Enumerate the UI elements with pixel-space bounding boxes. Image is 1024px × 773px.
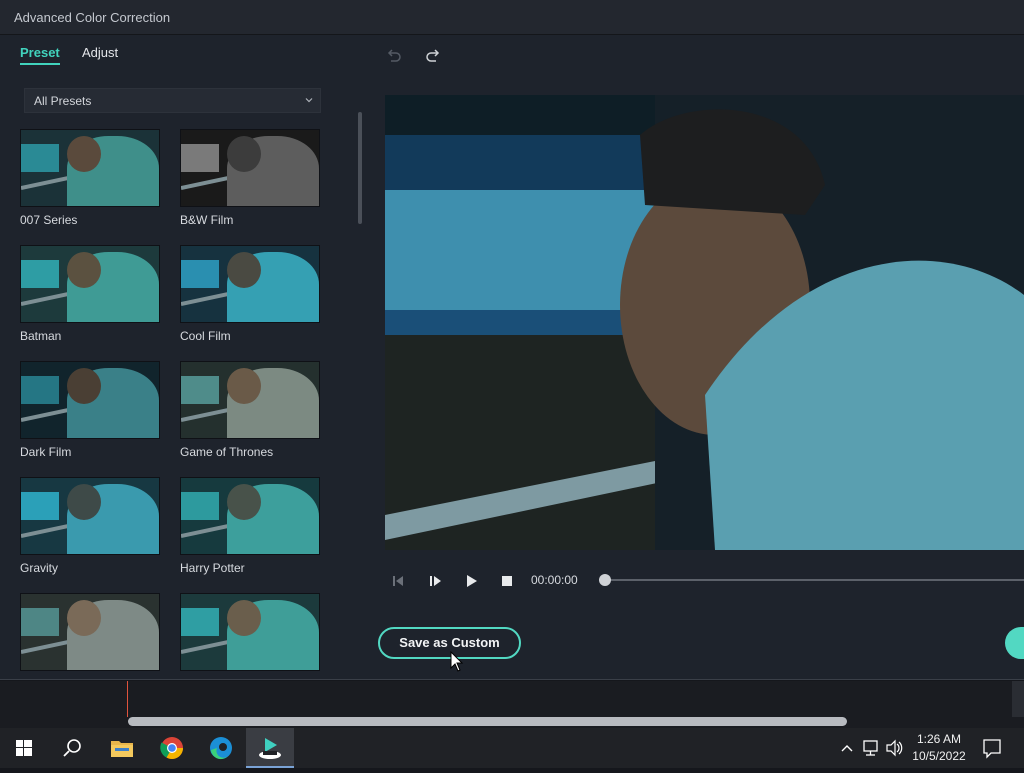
preset-filter-dropdown[interactable]: All Presets	[24, 88, 321, 113]
previous-frame-icon[interactable]	[391, 574, 405, 588]
next-frame-icon[interactable]	[428, 574, 442, 588]
search-button[interactable]	[48, 728, 96, 768]
chrome-icon	[160, 737, 183, 759]
preset-thumbnail	[20, 129, 160, 207]
preset-scrollbar[interactable]	[358, 112, 362, 224]
play-icon[interactable]	[464, 574, 478, 588]
preset-name: Batman	[20, 329, 62, 343]
preset-name: Harry Potter	[180, 561, 245, 575]
taskbar-filmora[interactable]	[246, 728, 294, 768]
title-bar[interactable]: Advanced Color Correction	[0, 0, 1024, 35]
preset-name: Game of Thrones	[180, 445, 274, 459]
preset-item[interactable]: Harry Potter	[180, 477, 322, 575]
window-title: Advanced Color Correction	[14, 10, 171, 25]
preset-name: 007 Series	[20, 213, 78, 227]
preset-item[interactable]: Cool Film	[180, 245, 322, 343]
folder-icon	[111, 741, 133, 757]
speaker-icon	[886, 739, 903, 757]
timeline-scrollbar[interactable]	[128, 717, 847, 726]
video-preview	[385, 95, 1024, 550]
filmora-icon	[259, 738, 281, 759]
preset-thumbnail	[20, 245, 160, 323]
clock-time: 1:26 AM	[916, 732, 962, 746]
taskbar-edge[interactable]	[197, 728, 245, 768]
ok-button[interactable]	[1005, 627, 1024, 659]
edge-icon	[210, 737, 232, 760]
preset-grid: 007 Series B&W Film Batman Cool Film Dar…	[18, 129, 328, 672]
tab-adjust[interactable]: Adjust	[82, 45, 118, 60]
notification-icon	[983, 739, 1001, 759]
preset-thumbnail	[180, 593, 320, 671]
network-button[interactable]	[861, 728, 881, 768]
timeline-playhead[interactable]	[127, 681, 128, 717]
preset-thumbnail	[20, 593, 160, 671]
preview-frame	[385, 95, 1024, 550]
action-center-button[interactable]	[977, 728, 1007, 768]
preset-name: Dark Film	[20, 445, 72, 459]
preset-name: B&W Film	[180, 213, 234, 227]
start-button[interactable]	[0, 728, 48, 768]
preset-name: Cool Film	[180, 329, 231, 343]
preset-thumbnail	[20, 361, 160, 439]
playback-progress-handle[interactable]	[599, 574, 611, 586]
playback-progress-track[interactable]	[605, 579, 1024, 581]
windows-logo-icon	[16, 740, 32, 756]
taskbar-clock[interactable]: 1:26 AM 10/5/2022	[909, 731, 969, 765]
taskbar-chrome[interactable]	[148, 728, 196, 768]
taskbar	[0, 728, 1024, 768]
preset-thumbnail	[180, 129, 320, 207]
preset-item[interactable]: Batman	[20, 245, 162, 343]
redo-icon[interactable]	[425, 47, 441, 63]
tab-preset[interactable]: Preset	[20, 45, 60, 65]
preset-item[interactable]: Dark Film	[20, 361, 162, 459]
mouse-cursor-icon	[450, 651, 464, 672]
search-icon	[63, 739, 81, 757]
preset-filter-value: All Presets	[34, 94, 92, 108]
chevron-down-icon	[305, 98, 313, 103]
show-hidden-icons[interactable]	[838, 728, 856, 768]
timeline-edge	[1012, 681, 1024, 717]
preset-thumbnail	[180, 245, 320, 323]
preset-thumbnail	[180, 477, 320, 555]
preset-item[interactable]: B&W Film	[180, 129, 322, 227]
preset-item[interactable]: Game of Thrones	[180, 361, 322, 459]
playback-timecode: 00:00:00	[531, 573, 578, 587]
taskbar-file-explorer[interactable]	[98, 728, 146, 768]
color-correction-window: Advanced Color Correction Preset Adjust …	[0, 0, 1024, 680]
chevron-up-icon	[841, 745, 853, 752]
preset-name: Gravity	[20, 561, 59, 575]
preset-item[interactable]	[180, 593, 322, 672]
preset-thumbnail	[20, 477, 160, 555]
preset-thumbnail	[180, 361, 320, 439]
undo-icon[interactable]	[386, 47, 402, 63]
network-icon	[863, 740, 878, 756]
stop-icon[interactable]	[500, 574, 514, 588]
volume-button[interactable]	[884, 728, 904, 768]
preset-item[interactable]: 007 Series	[20, 129, 162, 227]
clock-date: 10/5/2022	[912, 749, 966, 763]
preset-item[interactable]: Gravity	[20, 477, 162, 575]
preset-item[interactable]	[20, 593, 162, 672]
